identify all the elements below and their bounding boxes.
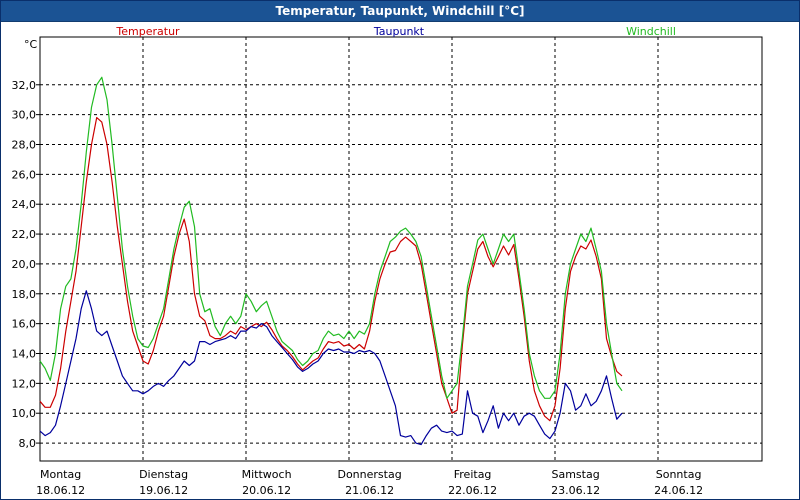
y-axis-unit-label: °C: [24, 38, 38, 51]
x-axis-ticks: Montag 18.06.12 Dienstag 19.06.12 Mittwoch 20…: [36, 468, 703, 497]
y-tick-label: 20,0: [12, 258, 37, 271]
x-tick-date: 24.06.12: [654, 484, 703, 497]
x-tick-weekday: Mittwoch: [242, 468, 292, 481]
x-tick-weekday: Dienstag: [139, 468, 188, 481]
y-tick-label: 8,0: [19, 437, 37, 450]
x-tick-date: 21.06.12: [345, 484, 394, 497]
y-tick-label: 16,0: [12, 318, 37, 331]
y-tick-label: 24,0: [12, 198, 37, 211]
x-tick-date: 23.06.12: [551, 484, 600, 497]
x-tick-date: 18.06.12: [36, 484, 85, 497]
y-tick-label: 12,0: [12, 377, 37, 390]
legend-label-temperatur: Temperatur: [115, 25, 180, 38]
y-axis-ticks: 8,0 10,0 12,0 14,0 16,0 18,0 20,0 22,0 24,0 26,0 2…: [12, 79, 40, 450]
y-tick-label: 14,0: [12, 348, 37, 361]
y-tick-label: 10,0: [12, 407, 37, 420]
x-tick-weekday: Samstag: [551, 468, 599, 481]
series-lines: [39, 76, 623, 446]
y-tick-label: 22,0: [12, 228, 37, 241]
y-tick-label: 26,0: [12, 168, 37, 181]
x-tick-weekday: Freitag: [454, 468, 492, 481]
x-tick-date: 22.06.12: [448, 484, 497, 497]
legend: Temperatur Taupunkt Windchill: [115, 25, 676, 38]
line-chart: 8,0 10,0 12,0 14,0 16,0 18,0 20,0 22,0 24,0 26,0 2…: [12, 25, 763, 497]
plot-area: [39, 36, 763, 462]
x-tick-weekday: Sonntag: [656, 468, 702, 481]
legend-label-windchill: Windchill: [626, 25, 676, 38]
y-tick-label: 18,0: [12, 288, 37, 301]
y-tick-label: 30,0: [12, 109, 37, 122]
series-line-taupunkt: [39, 290, 623, 446]
y-tick-label: 32,0: [12, 79, 37, 92]
x-tick-weekday: Donnerstag: [337, 468, 401, 481]
legend-label-taupunkt: Taupunkt: [373, 25, 425, 38]
x-tick-date: 19.06.12: [139, 484, 188, 497]
x-tick-date: 20.06.12: [242, 484, 291, 497]
y-tick-label: 28,0: [12, 138, 37, 151]
x-tick-weekday: Montag: [40, 468, 81, 481]
grid-lines: [40, 37, 762, 461]
